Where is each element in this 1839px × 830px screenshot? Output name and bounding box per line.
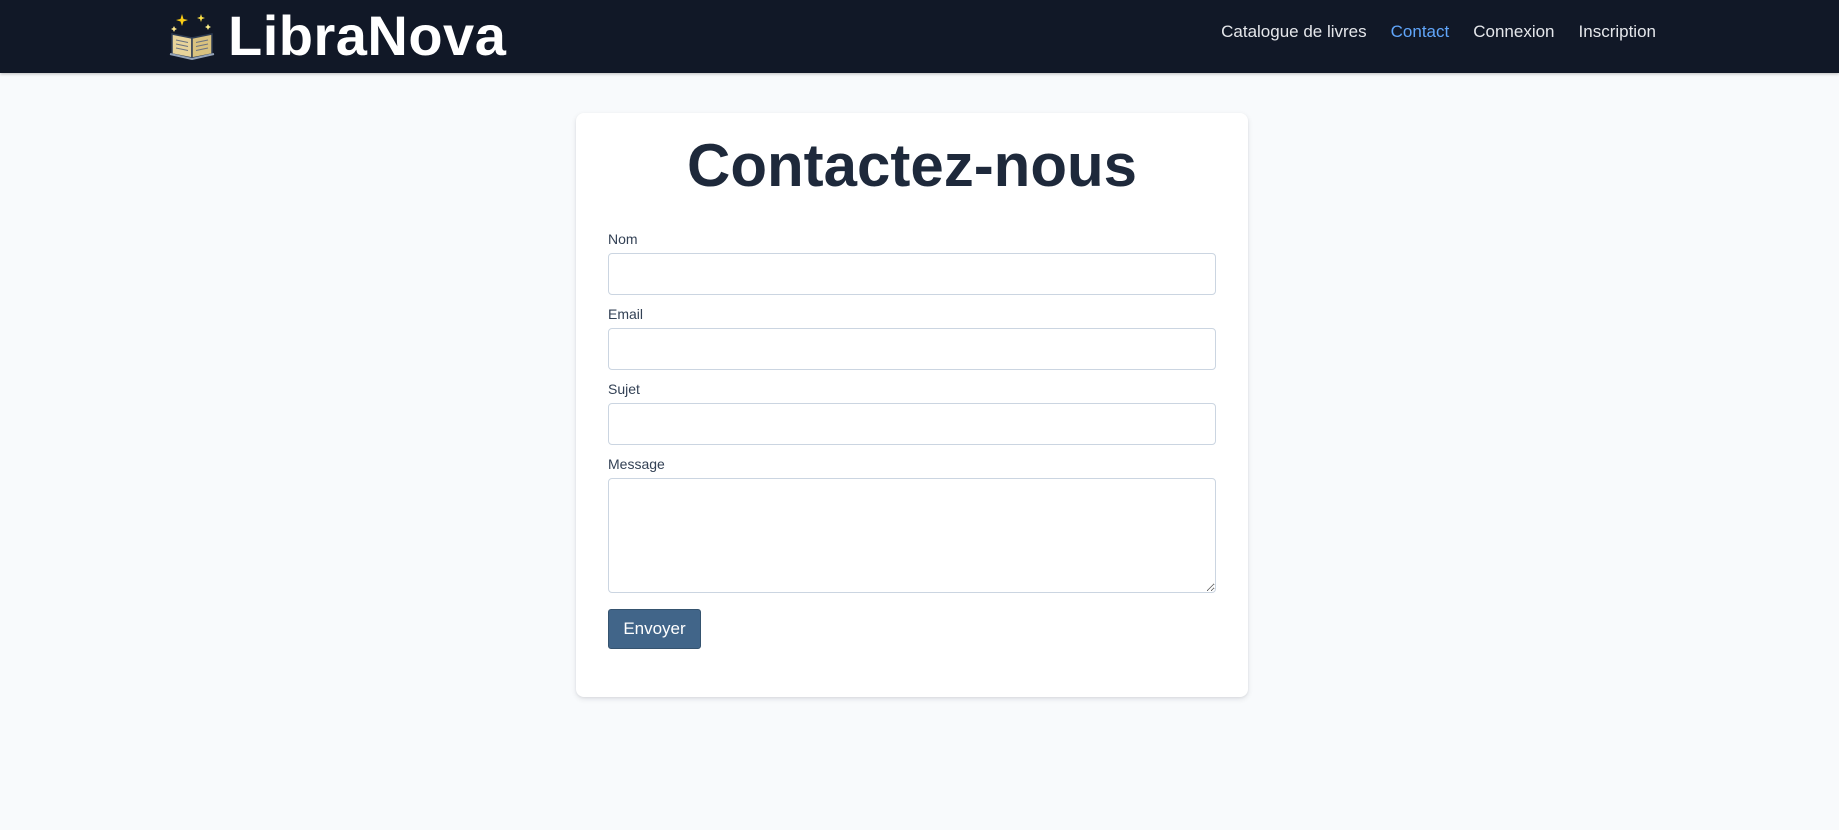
brand-name: LibraNova	[228, 4, 507, 67]
nav-link-inscription[interactable]: Inscription	[1579, 22, 1656, 42]
submit-button[interactable]: Envoyer	[608, 609, 701, 649]
message-field-group: Message	[608, 456, 1216, 593]
contact-card: Contactez-nous Nom Email Sujet Message E…	[576, 113, 1248, 697]
book-sparkles-icon	[169, 14, 215, 60]
name-input[interactable]	[608, 253, 1216, 295]
subject-label: Sujet	[608, 381, 640, 397]
contact-form: Nom Email Sujet Message Envoyer	[608, 231, 1216, 649]
subject-input[interactable]	[608, 403, 1216, 445]
email-field-group: Email	[608, 306, 1216, 370]
brand-logo-link[interactable]: LibraNova	[168, 6, 506, 66]
top-navbar: LibraNova Catalogue de livres Contact Co…	[0, 0, 1839, 73]
email-label: Email	[608, 306, 644, 322]
nav-link-contact[interactable]: Contact	[1391, 22, 1450, 42]
nav-link-catalogue[interactable]: Catalogue de livres	[1221, 22, 1367, 42]
message-textarea[interactable]	[608, 478, 1216, 593]
main-nav: Catalogue de livres Contact Connexion In…	[1221, 0, 1656, 64]
message-label: Message	[608, 456, 665, 472]
name-label: Nom	[608, 231, 638, 247]
nav-link-connexion[interactable]: Connexion	[1473, 22, 1554, 42]
subject-field-group: Sujet	[608, 381, 1216, 445]
name-field-group: Nom	[608, 231, 1216, 295]
email-input[interactable]	[608, 328, 1216, 370]
page-title: Contactez-nous	[687, 132, 1137, 199]
